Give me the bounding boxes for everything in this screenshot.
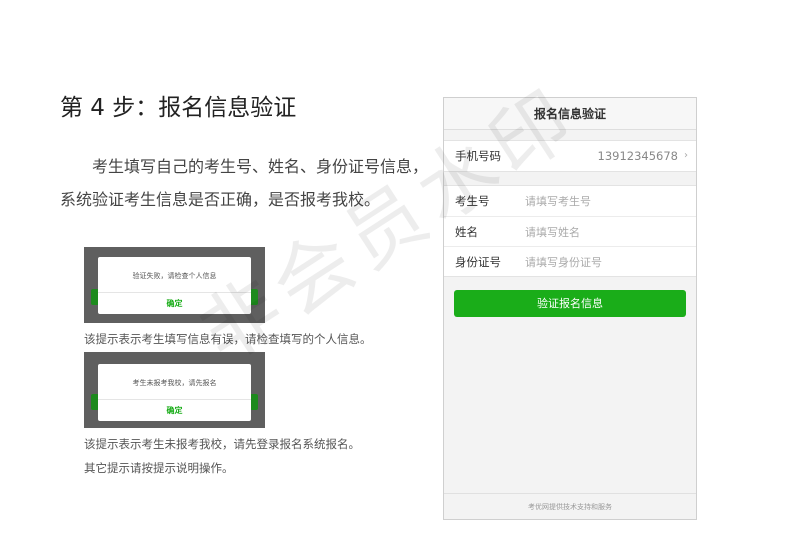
example-caption-1: 该提示表示考生填写信息有误，请检查填写的个人信息。 — [84, 332, 372, 346]
dialog-message: 验证失败，请检查个人信息 — [98, 257, 251, 293]
name-input[interactable] — [525, 222, 685, 242]
phone-footer: 考优网提供技术支持和服务 — [444, 493, 696, 519]
step-description: 考生填写自己的考生号、姓名、身份证号信息，系统验证考生信息是否正确，是否报考我校… — [60, 150, 435, 216]
phone-number-row[interactable]: 手机号码 13912345678 › — [444, 141, 696, 171]
name-label: 姓名 — [455, 225, 478, 239]
step-title: 第 4 步：报名信息验证 — [60, 95, 297, 121]
dialog-ok-button: 确定 — [166, 299, 183, 308]
phone-number-group: 手机号码 13912345678 › — [444, 140, 696, 172]
chevron-right-icon: › — [684, 150, 688, 161]
background-button — [250, 289, 258, 305]
form-row-name: 姓名 — [444, 216, 696, 246]
form-row-id-number: 身份证号 — [444, 246, 696, 276]
dialog-message: 考生未报考我校，请先报名 — [98, 364, 251, 400]
background-button — [250, 394, 258, 410]
verify-registration-button[interactable]: 验证报名信息 — [454, 290, 686, 317]
id-number-label: 身份证号 — [455, 255, 501, 269]
alert-dialog: 验证失败，请检查个人信息 确定 — [98, 257, 251, 314]
phone-header-title: 报名信息验证 — [444, 98, 696, 130]
phone-number-value: 13912345678 — [597, 149, 678, 163]
candidate-info-form: 考生号 姓名 身份证号 — [444, 185, 696, 277]
example-caption-2: 该提示表示考生未报考我校，请先登录报名系统报名。 — [84, 437, 360, 451]
phone-mockup: 报名信息验证 手机号码 13912345678 › 考生号 姓名 身份证号 验证… — [443, 97, 697, 520]
alert-dialog: 考生未报考我校，请先报名 确定 — [98, 364, 251, 421]
dialog-ok-button: 确定 — [166, 406, 183, 415]
id-number-input[interactable] — [525, 252, 685, 272]
other-note: 其它提示请按提示说明操作。 — [84, 461, 234, 475]
exam-number-label: 考生号 — [455, 194, 490, 208]
form-row-exam-number: 考生号 — [444, 186, 696, 216]
example-screenshot-not-registered: 考生未报考我校，请先报名 确定 — [84, 352, 265, 428]
phone-number-label: 手机号码 — [455, 149, 501, 163]
example-screenshot-validation-failed: 验证失败，请检查个人信息 确定 — [84, 247, 265, 323]
step-description-text: 考生填写自己的考生号、姓名、身份证号信息，系统验证考生信息是否正确，是否报考我校… — [60, 157, 429, 209]
exam-number-input[interactable] — [525, 191, 685, 211]
